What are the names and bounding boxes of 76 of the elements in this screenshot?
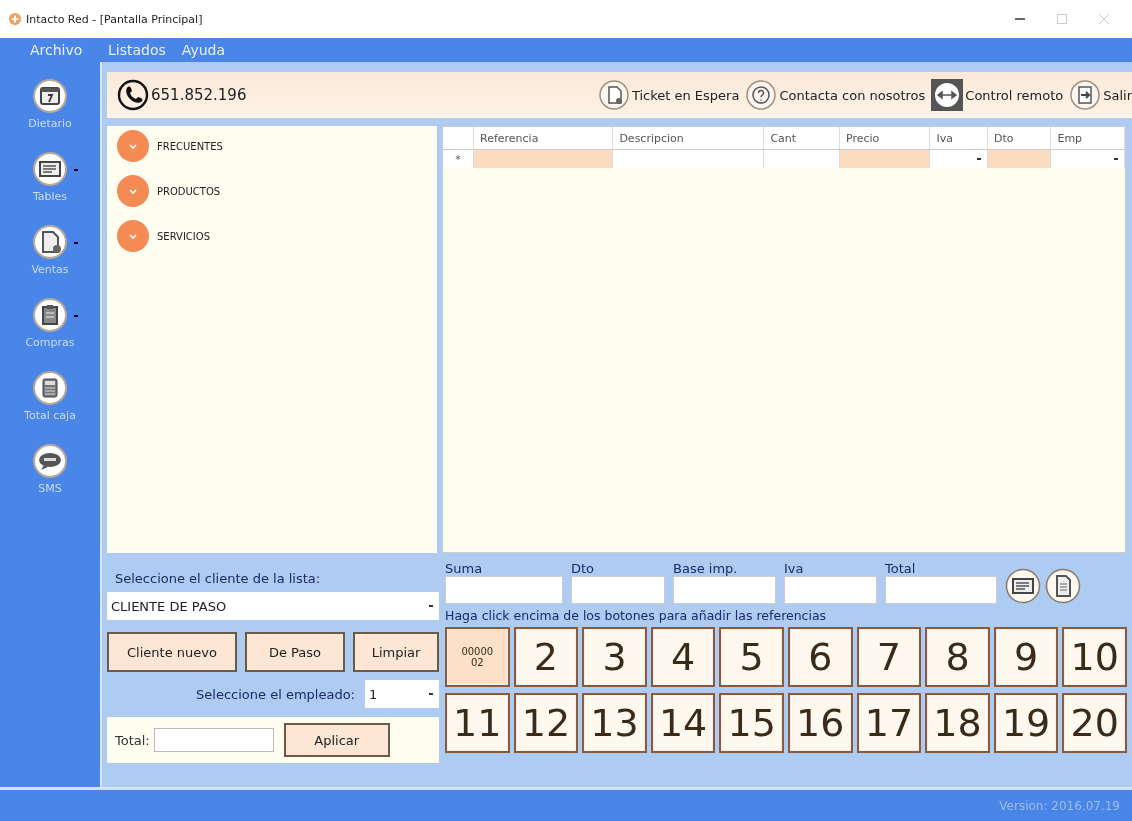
- dropdown-caret-icon[interactable]: [429, 604, 433, 608]
- total-field-label: Dto: [571, 561, 596, 576]
- header-action[interactable]: Salir: [1103, 87, 1132, 103]
- reference-key[interactable]: 4: [650, 627, 716, 687]
- column-header[interactable]: Iva: [929, 127, 988, 150]
- total-field-label: Total: [885, 561, 917, 576]
- dropdown-caret-icon[interactable]: [429, 692, 433, 696]
- total-field[interactable]: [784, 576, 877, 604]
- column-header[interactable]: Dto: [987, 127, 1051, 150]
- reference-key[interactable]: 7: [856, 627, 922, 687]
- total-field[interactable]: [445, 576, 563, 604]
- calculator-icon[interactable]: [32, 370, 68, 406]
- column-header[interactable]: Descripcion: [612, 127, 764, 150]
- sms-icon[interactable]: [32, 443, 68, 479]
- total-field-label: Suma: [445, 561, 484, 576]
- client-button[interactable]: Limpiar: [353, 632, 439, 672]
- app-logo-icon: [8, 12, 22, 26]
- reference-key[interactable]: 12: [513, 693, 579, 753]
- hint-text: Haga click encima de los botones para añadir las referencias: [445, 608, 828, 623]
- help-icon[interactable]: [745, 79, 778, 111]
- exit-icon[interactable]: [1069, 79, 1102, 111]
- version-text: Version: 2016.07.19: [999, 798, 1120, 813]
- edit-form-icon[interactable]: [1005, 568, 1041, 604]
- reference-key[interactable]: 14: [650, 693, 716, 753]
- total-field[interactable]: [673, 576, 776, 604]
- employee-label: Seleccione el empleado:: [196, 686, 355, 702]
- client-button[interactable]: Cliente nuevo: [107, 632, 237, 672]
- reference-key[interactable]: 20: [1062, 693, 1127, 753]
- header-action[interactable]: Control remoto: [965, 87, 1064, 103]
- reference-key[interactable]: 16: [788, 693, 853, 753]
- total-field-label: Base imp.: [673, 561, 739, 576]
- category-label[interactable]: FRECUENTES: [157, 140, 223, 152]
- header-action[interactable]: Contacta con nosotros: [779, 87, 926, 103]
- reference-key[interactable]: 0000002: [445, 627, 510, 687]
- phone-number: 651.852.196: [151, 86, 247, 104]
- column-header[interactable]: Precio: [839, 127, 930, 150]
- reference-key[interactable]: 18: [925, 693, 990, 753]
- reference-key[interactable]: 3: [582, 627, 647, 687]
- total-label: Total:: [115, 732, 150, 748]
- new-row-marker: *: [455, 152, 461, 166]
- client-label: Seleccione el cliente de la lista:: [115, 571, 322, 586]
- reference-key[interactable]: 17: [856, 693, 922, 753]
- reference-key[interactable]: 13: [582, 693, 647, 753]
- total-field[interactable]: [885, 576, 997, 604]
- reference-key[interactable]: 15: [719, 693, 784, 753]
- header-action[interactable]: Ticket en Espera: [631, 87, 740, 103]
- dropdown-caret-icon[interactable]: [1114, 157, 1118, 161]
- total-input-field[interactable]: [153, 728, 274, 752]
- reference-key[interactable]: 10: [1062, 627, 1127, 687]
- document-icon[interactable]: [597, 79, 630, 111]
- reference-key[interactable]: 6: [788, 627, 853, 687]
- form-icon[interactable]: [32, 151, 68, 187]
- column-header[interactable]: Emp: [1050, 127, 1125, 150]
- apply-button[interactable]: Aplicar: [283, 723, 390, 757]
- reference-key[interactable]: 2: [513, 627, 579, 687]
- reference-key[interactable]: 9: [993, 627, 1059, 687]
- dropdown-caret-icon[interactable]: [977, 157, 981, 161]
- calendar-icon[interactable]: [32, 78, 68, 114]
- reference-key[interactable]: 19: [993, 693, 1059, 753]
- column-header[interactable]: Referencia: [473, 127, 613, 150]
- document-icon[interactable]: [1045, 568, 1081, 604]
- category-label[interactable]: SERVICIOS: [157, 230, 210, 242]
- window-title: Intacto Red - [Pantalla Principal]: [26, 12, 203, 26]
- clipboard-icon[interactable]: [32, 297, 68, 333]
- category-label[interactable]: PRODUCTOS: [157, 185, 221, 197]
- reference-key[interactable]: 11: [445, 693, 510, 753]
- client-button[interactable]: De Paso: [245, 632, 345, 672]
- reference-key[interactable]: 5: [719, 627, 784, 687]
- client-dropdown[interactable]: CLIENTE DE PASO: [107, 592, 439, 620]
- total-field[interactable]: [571, 576, 665, 604]
- reference-key[interactable]: 8: [925, 627, 990, 687]
- document-icon[interactable]: [32, 224, 68, 260]
- column-header[interactable]: Cant: [763, 127, 840, 150]
- total-field-label: Iva: [784, 561, 805, 576]
- employee-dropdown[interactable]: 1: [365, 680, 439, 708]
- phone-icon: [117, 79, 149, 111]
